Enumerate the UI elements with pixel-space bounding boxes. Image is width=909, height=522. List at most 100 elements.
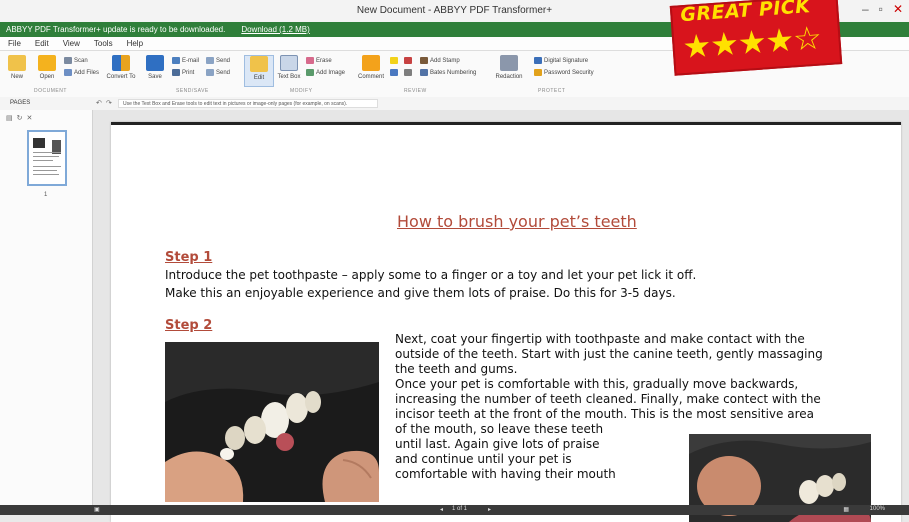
send-label: Send — [216, 57, 231, 64]
delete-page-icon[interactable]: ✕ — [27, 114, 33, 122]
bates-numbering-icon — [420, 69, 428, 76]
add-files-label: Add Files — [74, 69, 100, 76]
save-button[interactable]: Save — [140, 55, 170, 87]
email-label: E-mail — [182, 57, 200, 64]
send-secondary-label: Send — [216, 69, 231, 76]
add-image-label: Add Image — [316, 69, 346, 76]
scanner-icon — [64, 57, 72, 64]
send-button[interactable]: Send — [206, 57, 230, 64]
menu-view[interactable]: View — [63, 39, 80, 48]
text-annotation-icon — [404, 69, 412, 76]
send-secondary-button[interactable]: Send — [206, 69, 230, 76]
add-files-button[interactable]: Add Files — [64, 69, 99, 76]
email-button[interactable]: E-mail — [172, 57, 199, 64]
text-tool[interactable] — [404, 69, 412, 76]
underline-icon — [390, 69, 398, 76]
menu-file[interactable]: File — [8, 39, 21, 48]
next-page-button[interactable]: ▸ — [488, 506, 491, 513]
add-image-button[interactable]: Add Image — [306, 69, 345, 76]
save-icon — [146, 55, 164, 71]
step2-line-8: until last. Again give lots of praise — [395, 437, 600, 451]
digital-signature-label: Digital Signature — [544, 57, 589, 64]
menu-help[interactable]: Help — [127, 39, 143, 48]
highlight-tool[interactable] — [390, 57, 398, 64]
step1-heading: Step 1 — [165, 250, 213, 265]
redo-icon[interactable]: ↷ — [106, 99, 112, 107]
open-button[interactable]: Open — [32, 55, 62, 87]
edit-label: Edit — [253, 75, 265, 81]
password-security-button[interactable]: Password Security — [534, 69, 594, 76]
convert-to-button[interactable]: Convert To — [106, 55, 136, 87]
undo-icon[interactable]: ↶ — [96, 99, 102, 107]
bates-numbering-label: Bates Numbering — [430, 69, 477, 76]
printer-icon — [172, 69, 180, 76]
digital-signature-button[interactable]: Digital Signature — [534, 57, 588, 64]
comment-icon — [362, 55, 380, 71]
step2-line-5: increasing the number of teeth cleaned. … — [395, 392, 821, 406]
step2-line-10: comfortable with having their mouth — [395, 467, 616, 481]
step1-line-2: Make this an enjoyable experience and gi… — [165, 286, 676, 300]
document-canvas[interactable]: How to brush your pet’s teeth Step 1 Int… — [93, 110, 909, 522]
page-thumbnail[interactable] — [27, 130, 67, 186]
bates-numbering-button[interactable]: Bates Numbering — [420, 69, 476, 76]
edit-button[interactable]: Edit — [244, 55, 274, 87]
signature-icon — [534, 57, 542, 64]
comment-button[interactable]: Comment — [356, 55, 386, 87]
send-secondary-icon — [206, 69, 214, 76]
group-protect-label: PROTECT — [538, 88, 566, 94]
new-button[interactable]: New — [2, 55, 32, 87]
print-button[interactable]: Print — [172, 69, 194, 76]
text-box-icon — [280, 55, 298, 71]
erase-button[interactable]: Erase — [306, 57, 332, 64]
step2-line-9: and continue until your pet is — [395, 452, 572, 466]
maximize-button[interactable]: ▫ — [879, 2, 883, 16]
pages-panel-label: PAGES — [10, 100, 31, 106]
page-indicator[interactable]: 1 of 1 — [452, 506, 467, 512]
minimize-button[interactable]: – — [862, 2, 869, 16]
update-notice-text: ABBYY PDF Transformer+ update is ready t… — [6, 25, 226, 34]
text-box-button[interactable]: Text Box — [274, 55, 304, 87]
scan-button[interactable]: Scan — [64, 57, 88, 64]
rotate-page-icon[interactable]: ↻ — [17, 114, 23, 122]
document-page[interactable]: How to brush your pet’s teeth Step 1 Int… — [111, 122, 901, 522]
erase-label: Erase — [316, 57, 332, 64]
status-bar: ▣ ◂ 1 of 1 ▸ ▦ 100% — [0, 505, 909, 515]
zoom-level[interactable]: 100% — [870, 506, 885, 512]
eraser-icon — [306, 57, 314, 64]
close-button[interactable]: ✕ — [893, 2, 903, 16]
group-review-label: REVIEW — [404, 88, 427, 94]
thumbnail-options-icon[interactable]: ▤ — [6, 114, 13, 122]
pages-header-bar: PAGES ↶ ↷ Use the Text Box and Erase too… — [0, 97, 909, 111]
rating-stars: ★★★★☆ — [681, 19, 823, 66]
edit-hint-banner: Use the Text Box and Erase tools to edit… — [118, 99, 378, 108]
folder-icon — [38, 55, 56, 71]
step2-line-7: of the mouth, so leave these teeth — [395, 422, 604, 436]
document-title: How to brush your pet’s teeth — [397, 212, 637, 231]
step2-heading: Step 2 — [165, 318, 213, 333]
highlight-icon — [390, 57, 398, 64]
menu-tools[interactable]: Tools — [94, 39, 113, 48]
edit-pencil-icon — [250, 56, 268, 72]
strikethrough-tool[interactable] — [404, 57, 412, 64]
menu-edit[interactable]: Edit — [35, 39, 49, 48]
comment-label: Comment — [357, 74, 384, 80]
redaction-label: Redaction — [495, 74, 523, 80]
step2-line-3: the teeth and gums. — [395, 362, 518, 376]
redaction-button[interactable]: Redaction — [494, 55, 524, 87]
lock-icon — [534, 69, 542, 76]
add-stamp-button[interactable]: Add Stamp — [420, 57, 460, 64]
previous-page-button[interactable]: ◂ — [440, 506, 443, 513]
view-mode-icon[interactable]: ▣ — [94, 506, 100, 513]
text-box-label: Text Box — [277, 74, 301, 80]
print-label: Print — [182, 69, 195, 76]
step2-line-1: Next, coat your fingertip with toothpast… — [395, 332, 805, 346]
download-update-link[interactable]: Download (1.2 MB) — [241, 25, 309, 34]
underline-tool[interactable] — [390, 69, 398, 76]
convert-to-label: Convert To — [106, 74, 136, 80]
open-label: Open — [39, 74, 55, 80]
great-pick-badge: GREAT PICK ★★★★☆ — [669, 0, 843, 76]
group-modify-label: MODIFY — [290, 88, 313, 94]
fit-page-icon[interactable]: ▦ — [843, 506, 849, 513]
page-top-rule — [111, 122, 901, 125]
scan-label: Scan — [74, 57, 88, 64]
